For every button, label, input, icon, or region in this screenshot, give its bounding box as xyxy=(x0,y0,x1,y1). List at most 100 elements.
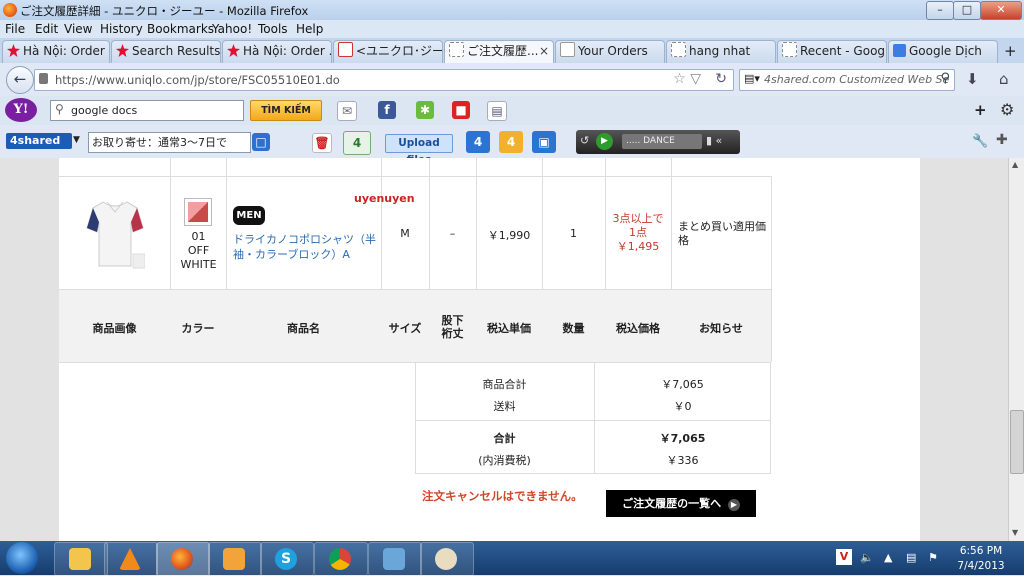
tv-icon[interactable]: ▣ xyxy=(532,131,556,153)
header-quantity: 数量 xyxy=(562,322,585,335)
order-history-button[interactable]: ご注文履歴の一覧へ ▶ xyxy=(606,490,756,517)
close-button[interactable]: ✕ xyxy=(980,1,1022,20)
4shared-desktop-icon[interactable]: 4 xyxy=(466,131,490,153)
star-icon xyxy=(116,44,129,57)
wrench-icon[interactable]: 🔧 xyxy=(972,134,988,149)
menu-edit[interactable]: Edit xyxy=(35,22,58,36)
yahoo-search-input[interactable]: ⚲ google docs xyxy=(50,100,244,121)
product-name-link[interactable]: ドライカノコポロシャツ（半 袖・カラーブロック）A xyxy=(233,232,379,262)
color-swatch[interactable] xyxy=(184,198,212,226)
pages-icon[interactable]: ▤ xyxy=(487,101,507,121)
header-inseam: 股下 裄丈 xyxy=(441,314,464,340)
menu-view[interactable]: View xyxy=(64,22,92,36)
mail-icon[interactable]: ✉ xyxy=(337,101,357,121)
bookmark-star-icon[interactable]: ☆ ▽ xyxy=(673,71,701,87)
taskbar-media-player[interactable] xyxy=(208,542,262,576)
radio-station-select[interactable]: ..... DANCE xyxy=(622,134,702,149)
lock-icon xyxy=(39,73,48,84)
tab-bar: Hà Nội: Order ... Search Results -... Hà… xyxy=(0,38,1024,64)
menu-yahoo[interactable]: Yahoo! xyxy=(212,22,252,36)
page-scrollbar[interactable] xyxy=(1008,158,1024,541)
size-value: M xyxy=(400,227,410,240)
repeat-icon[interactable]: ↺ xyxy=(580,134,589,147)
maximize-button[interactable]: □ xyxy=(953,1,981,20)
antivirus-icon[interactable]: V xyxy=(836,549,852,565)
search-placeholder: 4shared.com Customized Web Se xyxy=(764,73,950,86)
download-icon[interactable]: ⬇ xyxy=(966,70,979,88)
new-tab-button[interactable]: + xyxy=(1004,42,1017,60)
network-icon[interactable]: ▲ xyxy=(884,551,892,564)
tax-value: ￥336 xyxy=(666,454,699,467)
menu-tools[interactable]: Tools xyxy=(258,22,288,36)
taskbar-chrome[interactable] xyxy=(314,542,368,576)
taskbar-photo-viewer[interactable] xyxy=(368,542,422,576)
scrollbar-thumb[interactable] xyxy=(1010,410,1024,474)
red-app-icon[interactable]: ■ xyxy=(452,101,470,119)
minimize-button[interactable]: – xyxy=(926,1,954,20)
unit-price-value: ￥1,990 xyxy=(487,229,531,242)
trash-icon[interactable]: 🗑 xyxy=(312,133,332,153)
firefox-icon xyxy=(3,3,17,17)
tab-hanoi-order-2[interactable]: Hà Nội: Order ... xyxy=(222,40,332,63)
4shared-sync-icon[interactable]: 4 xyxy=(343,131,371,155)
tab-uniqlo-gmail[interactable]: <ユニクロ･ジー... xyxy=(333,40,443,63)
flag-icon[interactable]: ⚑ xyxy=(928,551,938,564)
page-icon xyxy=(782,42,797,57)
monitor-icon[interactable]: ▤ xyxy=(906,551,916,564)
firefox-icon xyxy=(171,548,193,570)
upload-files-button[interactable]: Upload files xyxy=(385,134,453,166)
tab-google-dich[interactable]: Google Dịch xyxy=(888,40,998,63)
delivery-select[interactable]: お取り寄せ：通常3～7日で xyxy=(88,132,251,153)
home-icon[interactable]: ⌂ xyxy=(999,70,1009,88)
yahoo-search-button[interactable]: TÌM KIẾM xyxy=(250,100,322,121)
summary-border xyxy=(415,420,771,421)
tab-order-history[interactable]: ご注文履歴... × xyxy=(444,40,554,63)
product-image[interactable] xyxy=(85,198,145,270)
tab-recent-google[interactable]: Recent - Googl... xyxy=(777,40,887,63)
tab-your-orders[interactable]: Your Orders xyxy=(555,40,665,63)
taskbar-clock[interactable]: 6:56 PM 7/4/2013 xyxy=(946,544,1016,574)
taskbar-vlc[interactable] xyxy=(104,542,158,576)
volume-icon[interactable]: 🔈 xyxy=(860,551,874,564)
menu-file[interactable]: File xyxy=(5,22,25,36)
chevron-down-icon[interactable]: ▼ xyxy=(73,135,80,145)
scroll-down-icon[interactable]: ▼ xyxy=(1012,528,1018,537)
reload-icon[interactable]: ↻ xyxy=(715,71,727,87)
photo-viewer-icon xyxy=(383,548,405,570)
gear-icon[interactable]: ⚙ xyxy=(1000,100,1014,119)
web-search-input[interactable]: ▤▾ 4shared.com Customized Web Se ⚲ xyxy=(739,69,955,91)
add-icon[interactable]: + xyxy=(974,101,987,119)
menu-help[interactable]: Help xyxy=(296,22,323,36)
url-bar[interactable]: https://www.uniqlo.com/jp/store/FSC05510… xyxy=(34,69,734,91)
start-button[interactable] xyxy=(6,542,38,574)
tab-hang-nhat[interactable]: hang nhat xyxy=(666,40,776,63)
close-tab-icon[interactable]: × xyxy=(539,41,549,62)
window-icon[interactable]: □ xyxy=(252,133,270,151)
page-icon xyxy=(671,42,686,57)
tab-hanoi-order-1[interactable]: Hà Nội: Order ... xyxy=(2,40,110,63)
search-engine-icon[interactable]: ▤▾ xyxy=(744,72,760,85)
menu-history[interactable]: History xyxy=(100,22,143,36)
expand-icon[interactable]: ✚ xyxy=(996,132,1008,148)
header-name: 商品名 xyxy=(287,322,320,335)
search-icon[interactable]: ⚲ xyxy=(940,71,950,86)
menu-bookmarks[interactable]: Bookmarks xyxy=(147,22,214,36)
scroll-up-icon[interactable]: ▲ xyxy=(1012,160,1018,169)
tax-label: (内消費税) xyxy=(478,454,531,467)
green-app-icon[interactable]: ✱ xyxy=(416,101,434,119)
notice-value: まとめ買い適用価 格 xyxy=(678,220,766,247)
volume-icon[interactable]: ▮ « xyxy=(706,134,722,147)
4shared-music-icon[interactable]: 4 xyxy=(499,131,523,153)
4shared-logo[interactable]: 4shared xyxy=(6,133,72,149)
back-button[interactable]: ← xyxy=(6,66,34,94)
taskbar-explorer[interactable] xyxy=(54,542,108,576)
taskbar-firefox[interactable] xyxy=(156,542,210,576)
play-button[interactable]: ▶ xyxy=(596,133,613,150)
table-border xyxy=(771,176,772,362)
watermark-text: uyenuyen xyxy=(354,192,415,205)
yahoo-logo[interactable]: Y! xyxy=(5,98,37,122)
tab-search-results[interactable]: Search Results -... xyxy=(111,40,221,63)
facebook-icon[interactable]: f xyxy=(378,101,396,119)
taskbar-paint[interactable] xyxy=(420,542,474,576)
taskbar-skype[interactable]: S xyxy=(260,542,314,576)
